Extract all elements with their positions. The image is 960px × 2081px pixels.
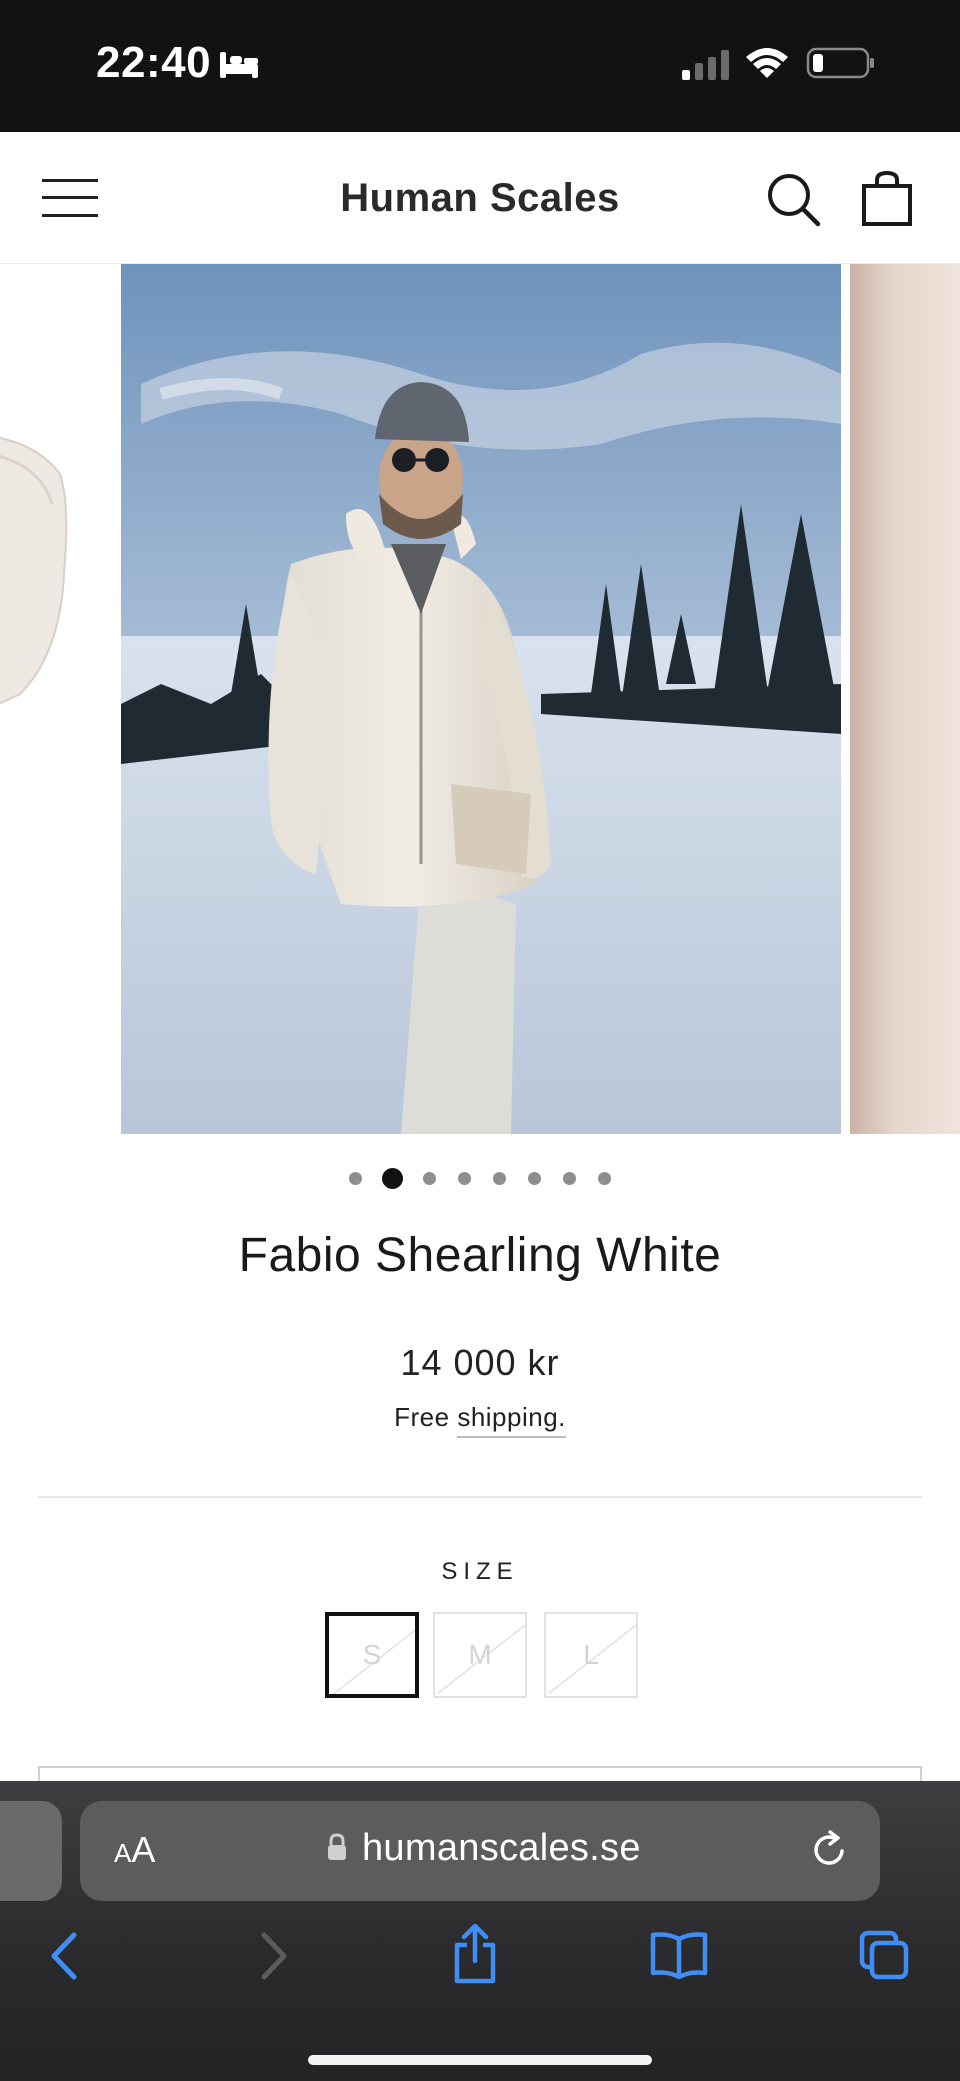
status-time: 22:40: [96, 38, 212, 87]
size-option-m[interactable]: M: [433, 1612, 527, 1698]
previous-tab-preview[interactable]: [0, 1801, 62, 1901]
reader-settings-button[interactable]: AA: [114, 1829, 155, 1871]
size-option-s[interactable]: S: [325, 1612, 419, 1698]
carousel-dot-2[interactable]: [382, 1168, 403, 1189]
battery-icon: [806, 47, 874, 79]
carousel-dot-5[interactable]: [493, 1172, 506, 1185]
site-header: Human Scales: [0, 132, 960, 264]
reload-icon[interactable]: [810, 1829, 850, 1871]
carousel-pagination: [0, 1168, 960, 1189]
sold-out-strike: [437, 1619, 525, 1694]
size-option-label: S: [362, 1639, 382, 1670]
carousel-dot-6[interactable]: [528, 1172, 541, 1185]
carousel-dot-4[interactable]: [458, 1172, 471, 1185]
sold-out-strike: [548, 1619, 636, 1694]
next-slide-image[interactable]: [850, 264, 960, 1134]
carousel-dot-7[interactable]: [563, 1172, 576, 1185]
size-label: SIZE: [441, 1558, 519, 1585]
shipping-link[interactable]: shipping.: [457, 1402, 566, 1438]
divider: [38, 1496, 922, 1498]
home-indicator: [308, 2055, 652, 2065]
forward-icon[interactable]: [256, 1931, 292, 1981]
cart-icon[interactable]: [860, 170, 914, 226]
browser-toolbar: AA humanscales.se: [0, 1781, 960, 2081]
address-bar[interactable]: AA humanscales.se: [80, 1801, 880, 1901]
search-icon[interactable]: [766, 172, 822, 228]
share-icon[interactable]: [452, 1923, 498, 1985]
size-option-l[interactable]: L: [544, 1612, 638, 1698]
tabs-icon[interactable]: [858, 1929, 910, 1981]
signal-icon: [682, 50, 729, 80]
shipping-note: Free shipping.: [0, 1402, 960, 1438]
carousel-dot-8[interactable]: [598, 1172, 611, 1185]
product-page: 22:40 Human Scales Fabio Shearling White…: [0, 0, 960, 2081]
status-bar: 22:40: [0, 0, 960, 132]
wifi-icon: [746, 48, 788, 78]
carousel-dot-1[interactable]: [349, 1172, 362, 1185]
bookmarks-icon[interactable]: [650, 1931, 708, 1979]
product-main-image[interactable]: [121, 264, 841, 1134]
back-icon[interactable]: [46, 1931, 82, 1981]
product-price: 14 000 kr: [400, 1342, 560, 1383]
bed-icon: [220, 52, 258, 78]
product-image-carousel[interactable]: [0, 264, 960, 1134]
shipping-prefix: Free: [394, 1402, 450, 1432]
carousel-dot-3[interactable]: [423, 1172, 436, 1185]
url-text: humanscales.se: [362, 1827, 641, 1869]
lock-icon: [328, 1833, 346, 1860]
previous-slide-image[interactable]: [0, 414, 74, 814]
product-title: Fabio Shearling White: [238, 1229, 722, 1282]
